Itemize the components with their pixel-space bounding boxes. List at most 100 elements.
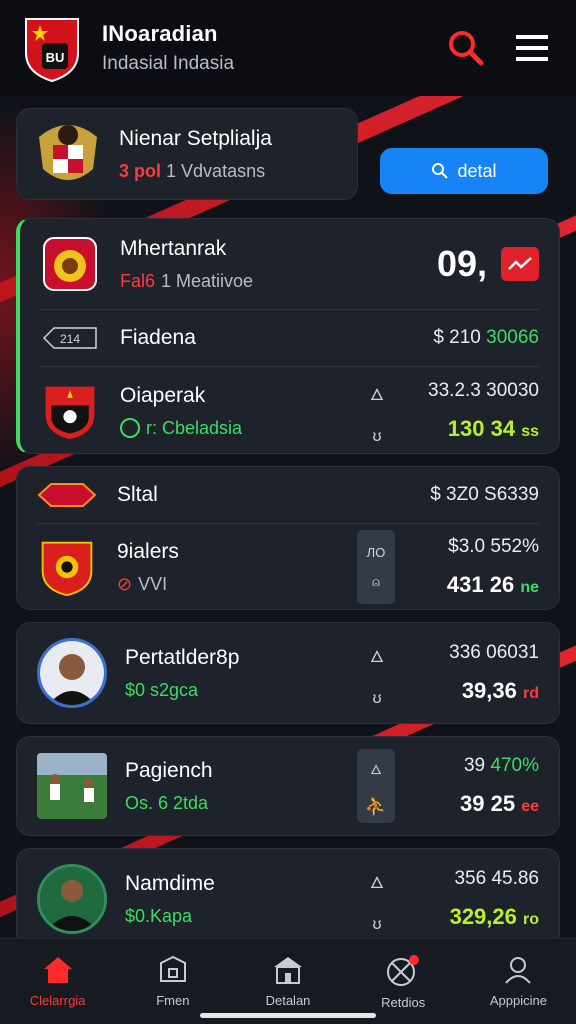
row-value-secondary: 130 34 ss <box>419 416 539 442</box>
nav-label: Detalan <box>265 993 311 1008</box>
tag-icon: ⊘ <box>117 573 133 594</box>
row-name: Sltal <box>117 483 158 506</box>
nav-label: Clelarrgia <box>29 993 86 1008</box>
row-value-secondary: 39,36 rd <box>419 678 539 704</box>
row-actions: 🜂 ʊ <box>359 639 395 708</box>
team-subtitle-text: 1 Vdvatasns <box>166 160 266 181</box>
player-subtitle: $0 s2gca <box>125 679 199 700</box>
match-subtitle-text: 1 Meatiivoe <box>161 270 254 291</box>
status-ring-icon <box>120 418 140 438</box>
team-shield-crest <box>41 541 93 597</box>
team-summary-card[interactable]: Nienar Setplialja 3 pol 1 Vdvatasns <box>16 108 358 200</box>
row-name: 9ialers <box>117 539 179 563</box>
row-subtitle: ⊘ VVI <box>117 574 357 595</box>
nav-item-home[interactable]: Clelarrgia <box>0 939 115 1024</box>
stats-toggle[interactable]: ЛО ⍝ <box>357 530 395 604</box>
team-crest <box>39 125 97 180</box>
stats-toggle-label: ЛО <box>366 544 386 560</box>
row-value-secondary-suffix: ne <box>520 579 539 596</box>
app-header: BU INoaradian Indasial Indasia <box>0 0 576 96</box>
stats-toggle[interactable]: 🜂 ⛹ <box>357 749 395 823</box>
arrow-badge-text: 214 <box>60 332 80 346</box>
nav-label: Retdios <box>381 995 426 1010</box>
search-button[interactable] <box>444 26 488 70</box>
row-value-main: 39 <box>463 755 486 776</box>
bell-icon: ⍝ <box>372 573 380 589</box>
player-card[interactable]: Pertatlder8p $0 s2gca 🜂 ʊ 336 06031 39,3… <box>16 622 560 724</box>
search-icon <box>432 163 449 179</box>
arrow-badge-icon <box>37 483 97 507</box>
player-name: Pertatlder8p <box>125 645 240 669</box>
club-logo: BU <box>25 18 79 83</box>
team-subtitle: 3 pol 1 Vdvatasns <box>119 161 272 182</box>
nav-label: Fmen <box>156 993 190 1008</box>
row-value: $ 3Z0 S6339 <box>430 484 539 505</box>
row-value: $ 210 30066 <box>433 327 539 349</box>
trend-chart-icon <box>508 257 532 270</box>
row-value: 39 470% <box>419 755 539 777</box>
row-values: 33.2.3 30030 130 34 ss <box>419 380 539 442</box>
row-value-secondary-main: 130 34 <box>447 416 516 441</box>
shirt-icon[interactable]: ʊ <box>372 690 381 708</box>
row-value-secondary-suffix: ro <box>523 911 539 928</box>
team-name: Nienar Setplialja <box>119 126 272 150</box>
team-shield-crest <box>45 386 95 440</box>
match-card[interactable]: Mhertanrak Fal6 1 Meatiivoe 09, 214 Fiad… <box>16 218 560 454</box>
match-card[interactable]: Sltal $ 3Z0 S6339 9ialers ⊘ VVI ЛО ⍝ $3.… <box>16 466 560 610</box>
row-value-secondary-suffix: ss <box>521 423 539 440</box>
row-value: $3.0 552% <box>448 536 539 557</box>
detail-button[interactable]: detal <box>380 148 548 194</box>
row-value-change: 30066 <box>486 327 539 348</box>
player-name: Namdime <box>125 871 215 895</box>
player-card[interactable]: Pagiench Os. 6 2tda 🜂 ⛹ 39 470% 39 25 ee <box>16 736 560 836</box>
search-icon <box>449 31 484 66</box>
building-icon <box>274 957 302 984</box>
row-value-main: $ 210 <box>433 327 481 348</box>
row-subtitle: r: Cbeladsia <box>120 418 359 439</box>
row-value-secondary-main: 329,26 <box>449 904 517 929</box>
flame-icon[interactable]: 🜂 <box>370 377 384 410</box>
flame-icon[interactable]: 🜂 <box>370 639 384 672</box>
player-subtitle: $0.Kapa <box>125 905 193 926</box>
row-value-secondary-main: 39,36 <box>461 678 517 703</box>
svg-text:BU: BU <box>46 50 65 65</box>
box-icon <box>159 955 186 982</box>
row-value-secondary-suffix: ee <box>521 798 539 815</box>
row-name: Fiadena <box>120 326 196 349</box>
nav-item-box[interactable]: Fmen <box>115 939 230 1024</box>
player-thumbnail <box>37 753 107 819</box>
menu-button[interactable] <box>510 26 554 70</box>
row-value-change: 470% <box>490 755 539 776</box>
opponent-crest <box>43 237 97 291</box>
runner-icon: ⛹ <box>364 795 388 816</box>
home-icon <box>43 957 72 983</box>
ball-icon <box>387 955 420 986</box>
nav-item-profile[interactable]: Apppicine <box>461 939 576 1024</box>
trend-button[interactable] <box>501 247 539 281</box>
row-value: 33.2.3 30030 <box>428 380 539 401</box>
nav-label: Apppicine <box>489 993 547 1008</box>
arrow-badge-icon: 214 <box>42 327 97 349</box>
home-indicator[interactable] <box>200 1013 376 1018</box>
row-value-secondary-main: 39 25 <box>460 791 516 816</box>
row-subtitle-text: VVI <box>138 573 168 594</box>
hamburger-icon <box>516 35 548 61</box>
nav-item-ball[interactable]: Retdios <box>346 939 461 1024</box>
app-subtitle: Indasial Indasia <box>102 53 235 74</box>
shirt-icon[interactable]: ʊ <box>372 916 381 934</box>
detail-button-label: detal <box>457 160 497 181</box>
row-actions: 🜂 ʊ <box>359 865 395 934</box>
player-name: Pagiench <box>125 758 213 782</box>
row-value-secondary-suffix: rd <box>523 685 539 702</box>
row-subtitle-text: r: Cbeladsia <box>146 417 243 438</box>
row-values: 336 06031 39,36 rd <box>419 642 539 704</box>
row-values: 39 470% 39 25 ee <box>419 755 539 817</box>
bottom-nav: Clelarrgia Fmen Detalan Retdios Apppicin… <box>0 938 576 1024</box>
team-subtitle-highlight: 3 pol <box>119 160 162 181</box>
flame-icon: 🜂 <box>370 761 382 777</box>
row-actions: 🜂 ʊ <box>359 377 395 446</box>
flame-icon[interactable]: 🜂 <box>370 865 384 898</box>
match-subtitle-highlight: Fal6 <box>120 270 156 291</box>
nav-item-detail[interactable]: Detalan <box>230 939 345 1024</box>
shirt-icon[interactable]: ʊ <box>372 428 381 446</box>
